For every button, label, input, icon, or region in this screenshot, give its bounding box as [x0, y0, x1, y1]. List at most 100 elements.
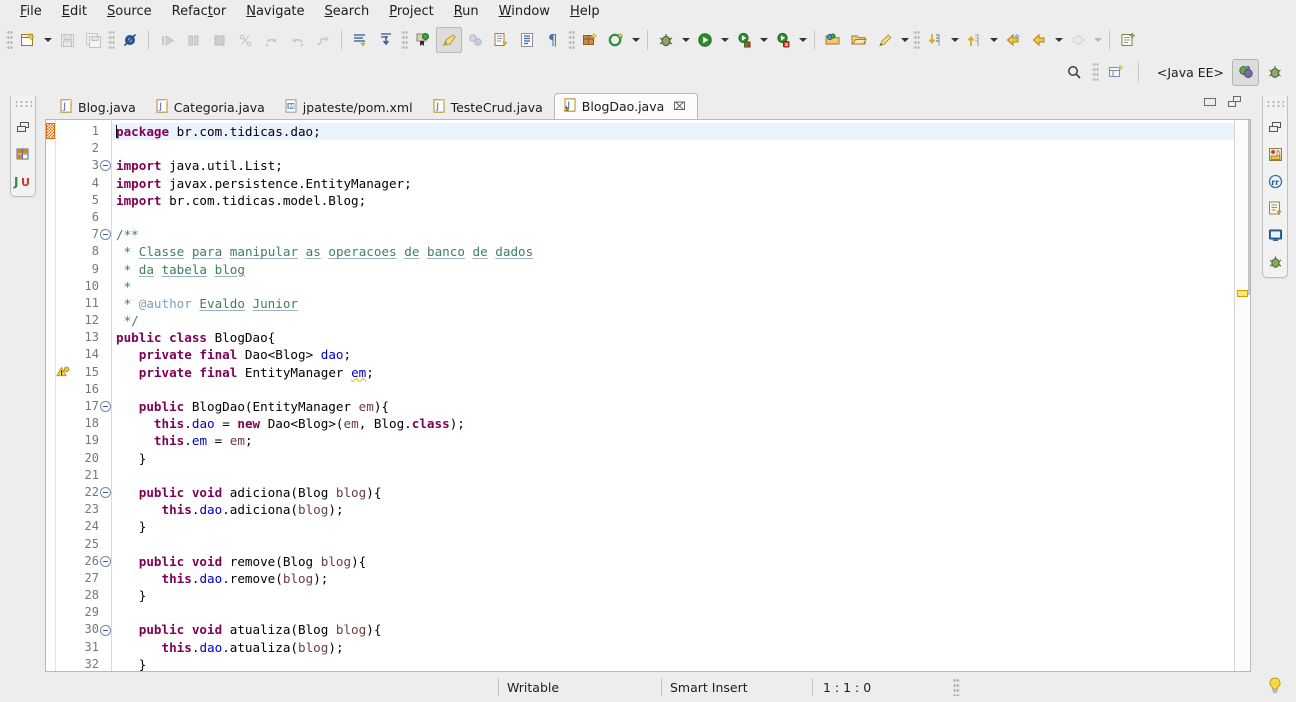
forward-dropdown[interactable] [1052, 28, 1065, 52]
run-button[interactable] [692, 27, 718, 53]
forward-disabled-dropdown[interactable] [1091, 28, 1104, 52]
previous-edit-location-button[interactable] [961, 27, 987, 53]
open-type-button[interactable] [820, 27, 846, 53]
fold-toggle[interactable] [100, 621, 111, 638]
code-line[interactable] [112, 209, 1234, 226]
code-line[interactable]: this.dao.atualiza(blog); [112, 639, 1234, 656]
overview-ruler[interactable] [1234, 120, 1250, 671]
next-annotation-button[interactable] [347, 27, 373, 53]
menu-edit[interactable]: Edit [52, 2, 97, 21]
profile-dropdown[interactable] [796, 28, 809, 52]
code-line[interactable] [112, 604, 1234, 621]
code-line[interactable]: this.em = em; [112, 432, 1234, 449]
status-grip[interactable] [953, 678, 960, 696]
step-into-button[interactable] [232, 27, 258, 53]
add-bookmark-button[interactable] [410, 27, 436, 53]
new-wizard-dropdown[interactable] [41, 28, 54, 52]
console-button[interactable] [1265, 226, 1285, 244]
code-line[interactable]: */ [112, 312, 1234, 329]
menu-search[interactable]: Search [315, 2, 380, 21]
show-whitespace-button[interactable] [514, 27, 540, 53]
menu-navigate[interactable]: Navigate [236, 2, 314, 21]
toolbar-grip-2[interactable] [108, 29, 115, 51]
run-external-tools-dropdown[interactable] [757, 28, 770, 52]
editor-tab-blogdao-java[interactable]: J! BlogDao.java ⌧ [553, 93, 698, 119]
code-line[interactable]: * Classe para manipular as operacoes de … [112, 243, 1234, 260]
code-line[interactable]: this.dao = new Dao<Blog>(em, Blog.class)… [112, 415, 1234, 432]
open-resource-button[interactable] [846, 27, 872, 53]
toolbar-grip-5[interactable] [913, 29, 920, 51]
terminate-button[interactable] [206, 27, 232, 53]
code-line[interactable]: public class BlogDao{ [112, 329, 1234, 346]
code-line[interactable]: this.dao.adiciona(blog); [112, 501, 1234, 518]
restore-last-selection-button[interactable] [462, 27, 488, 53]
new-java-package-button[interactable] [577, 27, 603, 53]
code-line[interactable]: import br.com.tidicas.model.Blog; [112, 192, 1234, 209]
code-line[interactable]: private final EntityManager em; [112, 364, 1234, 381]
editor-tab-blog-java[interactable]: J Blog.java [51, 95, 147, 119]
java-ee-perspective-button[interactable] [1232, 58, 1259, 86]
servers-button[interactable] [1265, 253, 1285, 271]
toolbar-grip-4[interactable] [568, 29, 575, 51]
code-line[interactable]: public BlogDao(EntityManager em){ [112, 398, 1234, 415]
code-editor[interactable]: package br.com.tidicas.dao; import java.… [112, 120, 1234, 671]
change-marker[interactable] [46, 123, 55, 139]
toolbar-grip-3[interactable] [401, 29, 408, 51]
code-line[interactable]: import javax.persistence.EntityManager; [112, 175, 1234, 192]
overview-warning-marker[interactable] [1237, 290, 1248, 297]
step-over-button[interactable] [258, 27, 284, 53]
previous-annotation-button[interactable] [373, 27, 399, 53]
maximize-editor-button[interactable] [1228, 96, 1241, 107]
code-line[interactable]: public void atualiza(Blog blog){ [112, 621, 1234, 638]
code-line[interactable]: this.dao.remove(blog); [112, 570, 1234, 587]
restore-view-button-right[interactable] [1265, 118, 1285, 136]
new-edit-button[interactable] [872, 27, 898, 53]
skip-all-breakpoints-button[interactable] [117, 27, 143, 53]
code-line[interactable]: private final Dao<Blog> dao; [112, 346, 1234, 363]
run-external-tools-button[interactable] [731, 27, 757, 53]
code-line[interactable]: * da tabela blog [112, 261, 1234, 278]
new-annotation-button[interactable] [1115, 27, 1141, 53]
new-edit-dropdown[interactable] [898, 28, 911, 52]
code-line[interactable]: } [112, 518, 1234, 535]
drop-to-frame-button[interactable] [310, 27, 336, 53]
fold-toggle[interactable] [100, 157, 111, 174]
restore-view-button-left[interactable] [13, 118, 33, 136]
marker-gutter[interactable]: ! [56, 120, 70, 671]
next-edit-location-dropdown[interactable] [948, 28, 961, 52]
code-line[interactable] [112, 381, 1234, 398]
fold-toggle[interactable] [100, 553, 111, 570]
snippets-button[interactable] [1265, 199, 1285, 217]
forward-disabled-button[interactable] [1065, 27, 1091, 53]
suspend-button[interactable] [180, 27, 206, 53]
task-list-button[interactable] [1265, 145, 1285, 163]
menu-window[interactable]: Window [489, 2, 560, 21]
fold-toggle[interactable] [100, 398, 111, 415]
code-line[interactable]: package br.com.tidicas.dao; [112, 123, 1234, 141]
perspective-grip[interactable] [1091, 61, 1099, 83]
code-line[interactable]: } [112, 587, 1234, 604]
toggle-mark-occurrences-button[interactable] [436, 27, 462, 53]
code-line[interactable]: * [112, 278, 1234, 295]
menu-project[interactable]: Project [379, 2, 444, 21]
code-line[interactable]: } [112, 450, 1234, 467]
resume-button[interactable] [154, 27, 180, 53]
step-return-button[interactable] [284, 27, 310, 53]
previous-edit-location-dropdown[interactable] [987, 28, 1000, 52]
menu-source[interactable]: Source [97, 2, 162, 21]
open-task-button[interactable] [488, 27, 514, 53]
debug-dropdown[interactable] [679, 28, 692, 52]
close-tab-button[interactable]: ⌧ [673, 100, 686, 113]
menu-file[interactable]: File [10, 2, 52, 21]
toolbar-grip[interactable] [6, 29, 13, 51]
menu-run[interactable]: Run [444, 2, 489, 21]
code-line[interactable] [112, 536, 1234, 553]
editor-tab-jpateste-pom-xml[interactable]: Mjpateste/pom.xml [276, 95, 424, 119]
show-print-margin-button[interactable]: ¶ [540, 27, 566, 53]
folding-ruler[interactable] [100, 120, 112, 671]
fold-toggle[interactable] [100, 226, 111, 243]
search-button[interactable] [1061, 59, 1088, 86]
debug-perspective-button[interactable] [1261, 59, 1288, 86]
code-line[interactable]: /** [112, 226, 1234, 243]
new-wizard-button[interactable] [15, 27, 41, 53]
